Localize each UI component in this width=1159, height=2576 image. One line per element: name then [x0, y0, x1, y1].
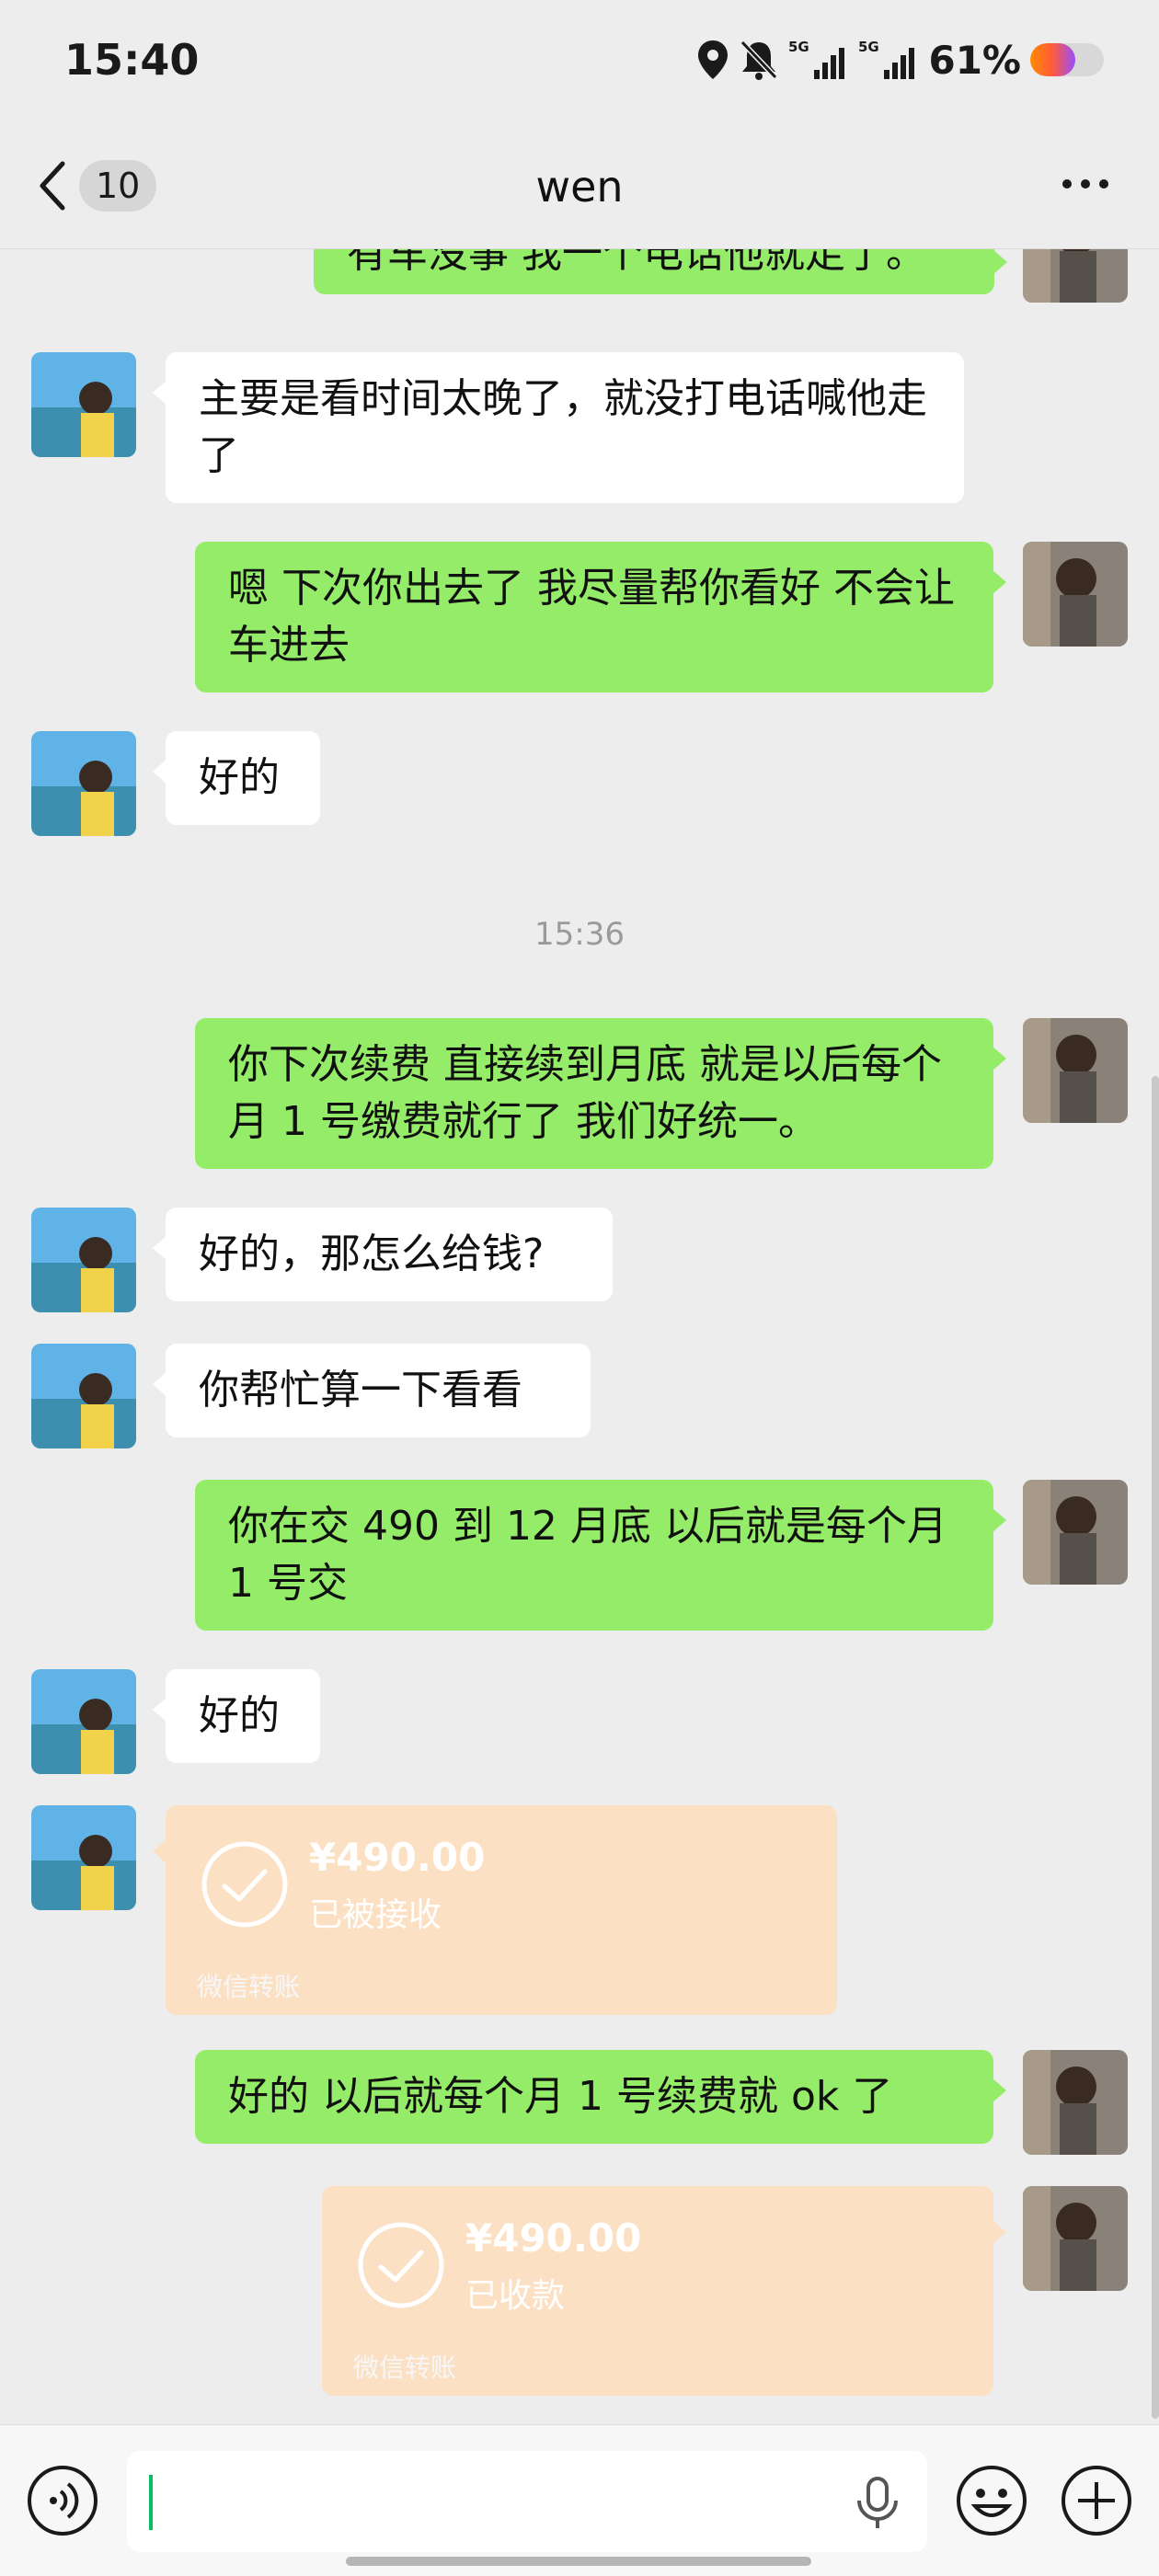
- message-text: 你下次续费 直接续到月底 就是以后每个月 1 号缴费就行了 我们好统一。: [228, 1041, 942, 1145]
- input-bar: [0, 2424, 1159, 2576]
- message-bubble[interactable]: 好的: [153, 1669, 320, 1763]
- transfer-footer: 微信转账: [353, 2353, 457, 2383]
- message-bubble[interactable]: 你帮忙算一下看看: [153, 1344, 591, 1437]
- signal-icon: 5G: [858, 39, 915, 79]
- message-bubble[interactable]: 好的 以后就每个月 1 号续费就 ok 了: [195, 2050, 1006, 2144]
- more-icon[interactable]: [1058, 166, 1113, 202]
- text-caret: [149, 2475, 153, 2530]
- message-bubble[interactable]: 有车没事 我一个电话他就走了。: [314, 249, 1007, 294]
- my-avatar[interactable]: [1023, 1480, 1128, 1585]
- transfer-status: 已收款: [465, 2277, 566, 2315]
- scrollbar[interactable]: [1152, 1076, 1159, 2419]
- contact-avatar[interactable]: [31, 731, 136, 836]
- message-bubble[interactable]: 主要是看时间太晚了，就没打电话喊他走了: [153, 352, 964, 503]
- status-bar: 15:40 5G 5G 61%: [0, 0, 1159, 129]
- contact-avatar[interactable]: [31, 1805, 136, 1910]
- message-text: 嗯 下次你出去了 我尽量帮你看好 不会让车进去: [228, 565, 955, 669]
- message-text: 好的: [199, 1692, 280, 1739]
- message-bubble[interactable]: 好的，那怎么给钱?: [153, 1208, 613, 1301]
- transfer-card[interactable]: ¥490.00 已收款 微信转账: [322, 2186, 1006, 2396]
- message-text: 你在交 490 到 12 月底 以后就是每个月 1 号交: [228, 1503, 947, 1607]
- status-icons: 5G 5G 61%: [696, 37, 1104, 83]
- my-avatar[interactable]: [1023, 542, 1128, 647]
- message-text: 主要是看时间太晚了，就没打电话喊他走了: [199, 375, 927, 479]
- contact-avatar[interactable]: [31, 352, 136, 457]
- message-bubble[interactable]: 你下次续费 直接续到月底 就是以后每个月 1 号缴费就行了 我们好统一。: [195, 1018, 1006, 1169]
- transfer-amount: ¥490.00: [309, 1835, 486, 1880]
- transfer-card[interactable]: ¥490.00 已被接收 微信转账: [153, 1805, 837, 2015]
- message-text: 好的，那怎么给钱?: [199, 1231, 545, 1277]
- signal2-label: 5G: [858, 39, 879, 55]
- check-circle-icon: [358, 2222, 444, 2308]
- chat-header: 10 wen: [0, 129, 1159, 249]
- message-timestamp: 15:36: [534, 916, 625, 953]
- message-list[interactable]: 有车没事 我一个电话他就走了。 主要是看时间太晚了，就没打电话喊他走了 嗯 下次…: [0, 249, 1159, 2424]
- message-input[interactable]: [127, 2451, 927, 2552]
- voice-icon[interactable]: [26, 2464, 99, 2537]
- location-icon: [698, 40, 729, 79]
- my-avatar[interactable]: [1023, 1018, 1128, 1123]
- my-avatar[interactable]: [1023, 2050, 1128, 2155]
- message-text: 有车没事 我一个电话他就走了。: [347, 249, 926, 277]
- message-text: 你帮忙算一下看看: [199, 1367, 522, 1414]
- microphone-icon[interactable]: [852, 2475, 903, 2530]
- my-avatar[interactable]: [1023, 249, 1128, 303]
- message-bubble[interactable]: 你在交 490 到 12 月底 以后就是每个月 1 号交: [195, 1480, 1006, 1631]
- message-bubble[interactable]: 嗯 下次你出去了 我尽量帮你看好 不会让车进去: [195, 542, 1006, 693]
- chat-title: wen: [535, 162, 624, 212]
- transfer-status: 已被接收: [309, 1896, 442, 1934]
- contact-avatar[interactable]: [31, 1669, 136, 1774]
- message-text: 好的: [199, 754, 280, 801]
- battery-icon: [1030, 43, 1104, 76]
- my-avatar[interactable]: [1023, 2186, 1128, 2291]
- bell-off-icon: [740, 40, 778, 80]
- message-bubble[interactable]: 好的: [153, 731, 320, 825]
- contact-avatar[interactable]: [31, 1344, 136, 1448]
- check-circle-icon: [201, 1841, 288, 1928]
- plus-icon[interactable]: [1060, 2464, 1133, 2537]
- battery-fill: [1030, 43, 1075, 76]
- transfer-amount: ¥490.00: [465, 2215, 642, 2261]
- message-text: 好的 以后就每个月 1 号续费就 ok 了: [228, 2073, 893, 2120]
- battery-percentage: 61%: [928, 37, 1021, 83]
- transfer-footer: 微信转账: [197, 1972, 301, 2002]
- home-indicator[interactable]: [346, 2557, 811, 2566]
- contact-avatar[interactable]: [31, 1208, 136, 1312]
- signal1-label: 5G: [788, 39, 809, 55]
- status-time: 15:40: [64, 35, 200, 85]
- signal-icon: 5G: [788, 39, 845, 79]
- emoji-icon[interactable]: [955, 2464, 1028, 2537]
